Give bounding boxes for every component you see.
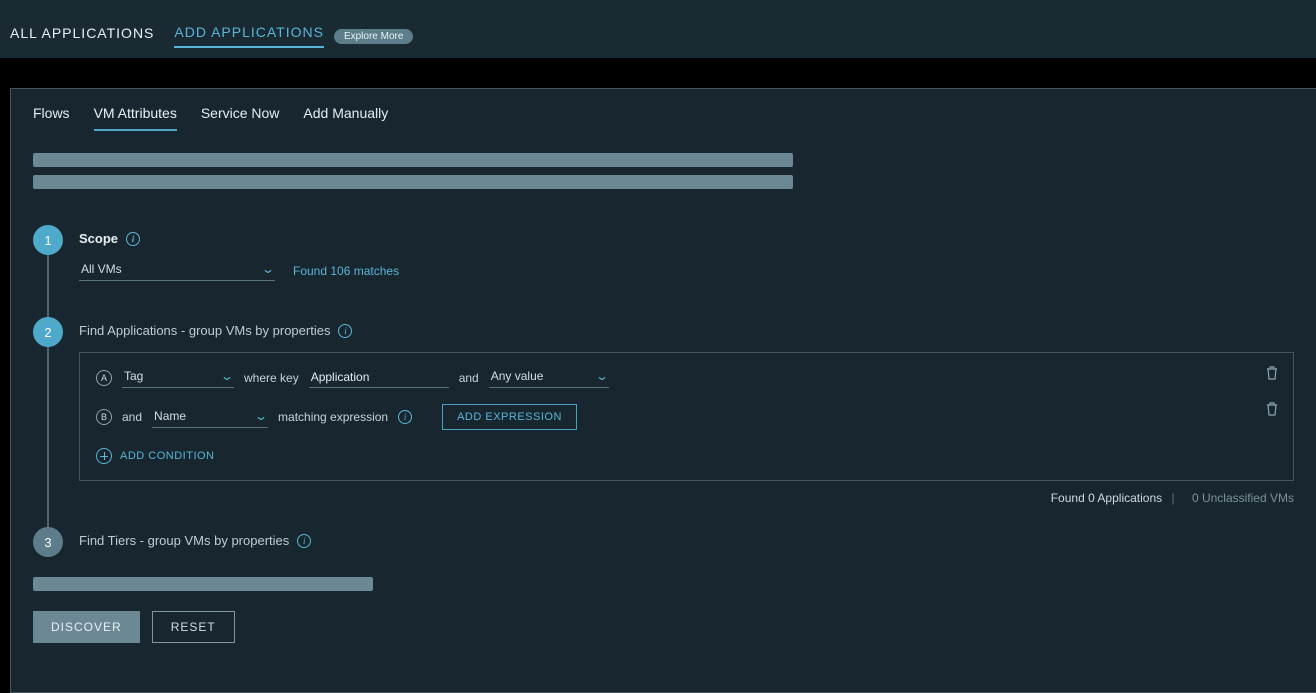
page-header: ALL APPLICATIONS ADD APPLICATIONS Explor… (0, 10, 1316, 58)
step-2-title: Find Applications - group VMs by propert… (79, 323, 330, 338)
tab-add-applications[interactable]: ADD APPLICATIONS (174, 24, 324, 48)
chevron-down-icon: ⌄ (261, 262, 275, 276)
condition-row-b: B and Name ⌄ matching expression i ADD E… (96, 404, 1277, 430)
subtab-vm-attributes[interactable]: VM Attributes (94, 105, 177, 131)
unclassified-vms-text: 0 Unclassified VMs (1192, 491, 1294, 505)
main-panel: Flows VM Attributes Service Now Add Manu… (10, 88, 1316, 693)
step-badge-3: 3 (33, 527, 63, 557)
subtabs: Flows VM Attributes Service Now Add Manu… (33, 105, 1294, 131)
add-condition-button[interactable]: ADD CONDITION (96, 448, 1277, 464)
explore-more-badge[interactable]: Explore More (334, 29, 413, 44)
condition-row-a: A Tag ⌄ where key and Any value ⌄ (96, 367, 1277, 388)
label-where-key: where key (244, 371, 299, 385)
add-expression-button[interactable]: ADD EXPRESSION (442, 404, 577, 430)
discover-button[interactable]: DISCOVER (33, 611, 140, 643)
found-summary: Found 0 Applications | 0 Unclassified VM… (79, 491, 1294, 505)
chevron-down-icon: ⌄ (595, 369, 609, 383)
plus-circle-icon (96, 448, 112, 464)
placeholder-bar (33, 577, 373, 591)
attr-dropdown[interactable]: Name ⌄ (152, 407, 268, 428)
trash-icon[interactable] (1265, 365, 1279, 381)
attr-dropdown[interactable]: Tag ⌄ (122, 367, 234, 388)
chevron-down-icon: ⌄ (254, 409, 268, 423)
step-badge-1: 1 (33, 225, 63, 255)
info-icon[interactable]: i (398, 410, 412, 424)
label-and: and (122, 410, 142, 424)
tab-all-applications[interactable]: ALL APPLICATIONS (10, 25, 154, 47)
scope-dropdown-value: All VMs (81, 262, 122, 276)
info-icon[interactable]: i (297, 534, 311, 548)
info-icon[interactable]: i (126, 232, 140, 246)
row-letter-a: A (96, 370, 112, 386)
placeholder-bar (33, 153, 793, 167)
subtab-flows[interactable]: Flows (33, 105, 70, 131)
chevron-down-icon: ⌄ (220, 369, 234, 383)
row-letter-b: B (96, 409, 112, 425)
label-matching-expression: matching expression (278, 410, 388, 424)
trash-icon[interactable] (1265, 401, 1279, 417)
info-icon[interactable]: i (338, 324, 352, 338)
conditions-box: A Tag ⌄ where key and Any value ⌄ (79, 352, 1294, 481)
placeholder-bar (33, 175, 793, 189)
label-and: and (459, 371, 479, 385)
reset-button[interactable]: RESET (152, 611, 235, 643)
key-input[interactable] (309, 368, 449, 388)
subtab-add-manually[interactable]: Add Manually (303, 105, 388, 131)
step-3-title: Find Tiers - group VMs by properties (79, 533, 289, 548)
subtab-service-now[interactable]: Service Now (201, 105, 280, 131)
step-1-title: Scope (79, 231, 118, 246)
value-dropdown[interactable]: Any value ⌄ (489, 367, 609, 388)
scope-dropdown[interactable]: All VMs ⌄ (79, 260, 275, 281)
step-badge-2: 2 (33, 317, 63, 347)
found-applications-text: Found 0 Applications (1051, 491, 1162, 505)
scope-matches-link[interactable]: Found 106 matches (293, 264, 399, 278)
